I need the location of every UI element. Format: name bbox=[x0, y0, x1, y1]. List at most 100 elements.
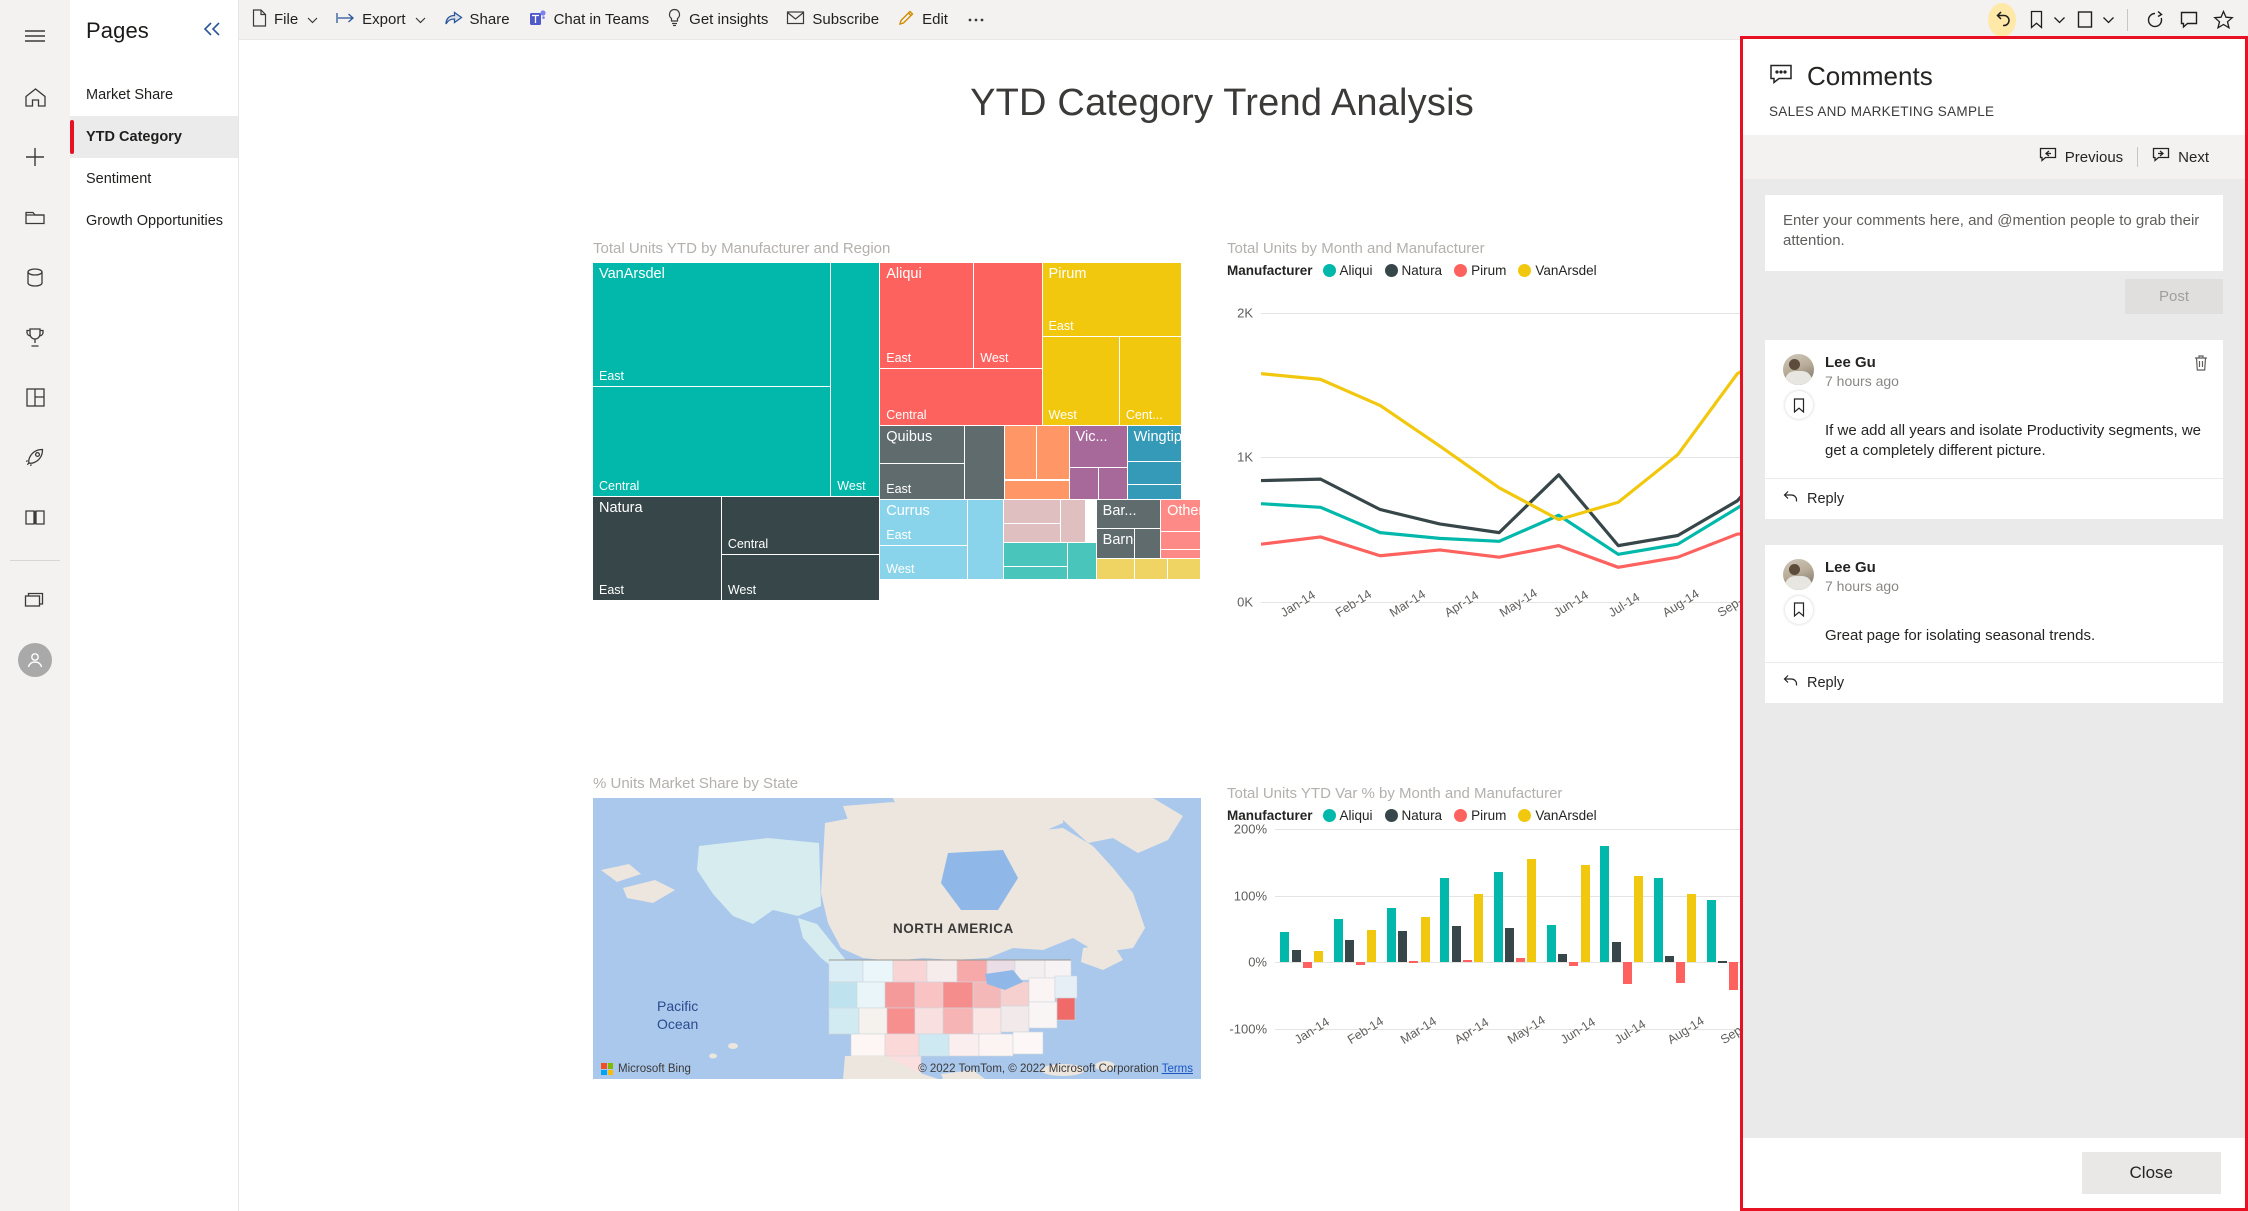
treemap-cell[interactable] bbox=[1099, 468, 1128, 501]
treemap-cell[interactable] bbox=[967, 500, 1004, 580]
legend-item-pirum[interactable]: Pirum bbox=[1454, 263, 1506, 278]
treemap-cell[interactable]: West bbox=[831, 263, 881, 498]
export-menu-button[interactable]: Export bbox=[327, 3, 434, 37]
close-button[interactable]: Close bbox=[2081, 1152, 2221, 1194]
legend-item-natura[interactable]: Natura bbox=[1384, 263, 1442, 278]
subscribe-button[interactable]: Subscribe bbox=[777, 3, 888, 37]
edit-button[interactable]: Edit bbox=[888, 3, 957, 37]
bar-aliqui[interactable] bbox=[1707, 900, 1717, 963]
bar-vanarsdel[interactable] bbox=[1420, 917, 1430, 963]
treemap-cell[interactable]: Central bbox=[880, 369, 1043, 426]
bar-vanarsdel[interactable] bbox=[1687, 893, 1697, 963]
treemap-cell[interactable] bbox=[1003, 500, 1061, 525]
next-comment-button[interactable]: Next bbox=[2138, 147, 2223, 167]
treemap-cell[interactable]: Other bbox=[1161, 500, 1201, 533]
view-icon[interactable] bbox=[2068, 4, 2102, 36]
create-icon[interactable] bbox=[12, 134, 58, 180]
treemap-cell[interactable]: Pirum East bbox=[1042, 263, 1182, 337]
treemap-cell[interactable]: Cent... bbox=[1119, 336, 1182, 426]
treemap-cell[interactable] bbox=[1127, 485, 1182, 501]
treemap-cell[interactable] bbox=[1069, 468, 1100, 501]
avatar[interactable] bbox=[18, 643, 52, 677]
treemap-cell[interactable]: Central bbox=[721, 497, 881, 555]
deployment-icon[interactable] bbox=[12, 434, 58, 480]
bar-natura[interactable] bbox=[1664, 956, 1674, 963]
treemap-cell[interactable]: Quibus bbox=[880, 425, 966, 464]
treemap-cell[interactable] bbox=[1096, 559, 1136, 580]
previous-comment-button[interactable]: Previous bbox=[2025, 147, 2137, 167]
treemap-cell[interactable] bbox=[1037, 425, 1070, 481]
more-options-button[interactable] bbox=[957, 3, 995, 37]
treemap-cell[interactable]: Barney bbox=[1096, 529, 1136, 560]
refresh-icon[interactable] bbox=[2138, 4, 2172, 36]
bar-natura[interactable] bbox=[1504, 928, 1514, 963]
map-plot[interactable]: NORTH AMERICA Pacific Ocean Microsoft Bi… bbox=[593, 798, 1201, 1079]
bar-aliqui[interactable] bbox=[1653, 878, 1663, 963]
bar-aliqui[interactable] bbox=[1440, 877, 1450, 963]
treemap-cell[interactable] bbox=[1161, 550, 1201, 560]
account-icon[interactable] bbox=[12, 637, 58, 683]
bar-pirum[interactable] bbox=[1729, 962, 1739, 991]
bar-aliqui[interactable] bbox=[1387, 907, 1397, 963]
treemap-cell[interactable] bbox=[1060, 500, 1087, 543]
page-item-growth-opportunities[interactable]: Growth Opportunities bbox=[70, 200, 238, 242]
home-icon[interactable] bbox=[12, 74, 58, 120]
treemap-cell[interactable]: Bar... bbox=[1096, 500, 1162, 529]
share-button[interactable]: Share bbox=[435, 3, 519, 37]
treemap-cell[interactable]: Wingtip bbox=[1127, 425, 1182, 462]
reset-icon[interactable] bbox=[1985, 2, 2019, 37]
page-item-ytd-category[interactable]: YTD Category bbox=[70, 116, 238, 158]
treemap-cell[interactable]: West bbox=[1042, 336, 1120, 426]
bar-pirum[interactable] bbox=[1676, 962, 1686, 983]
treemap-cell[interactable] bbox=[1003, 524, 1061, 543]
bar-vanarsdel[interactable] bbox=[1473, 894, 1483, 963]
treemap-cell[interactable]: Vic... bbox=[1069, 425, 1128, 469]
treemap-cell[interactable]: West bbox=[721, 554, 881, 601]
bar-aliqui[interactable] bbox=[1547, 925, 1557, 963]
treemap-cell[interactable] bbox=[1161, 532, 1201, 551]
file-menu-button[interactable]: File bbox=[243, 3, 327, 37]
treemap-cell[interactable]: Currus East bbox=[880, 500, 968, 546]
bar-vanarsdel[interactable] bbox=[1633, 876, 1643, 963]
treemap-cell[interactable]: Aliqui East bbox=[880, 263, 975, 370]
bar-aliqui[interactable] bbox=[1600, 846, 1610, 963]
chevron-down-icon[interactable] bbox=[2053, 11, 2066, 29]
visual-treemap[interactable]: Total Units YTD by Manufacturer and Regi… bbox=[593, 240, 1201, 601]
treemap-cell[interactable]: VanArsdel East bbox=[593, 263, 832, 387]
bar-vanarsdel[interactable] bbox=[1580, 865, 1590, 963]
bar-natura[interactable] bbox=[1398, 931, 1408, 963]
treemap-cell[interactable] bbox=[1003, 542, 1069, 567]
reply-button[interactable]: Reply bbox=[1765, 662, 2223, 703]
browse-icon[interactable] bbox=[12, 194, 58, 240]
page-item-sentiment[interactable]: Sentiment bbox=[70, 158, 238, 200]
bar-pirum[interactable] bbox=[1569, 962, 1579, 967]
treemap-cell[interactable]: West bbox=[974, 263, 1043, 370]
bar-pirum[interactable] bbox=[1356, 962, 1366, 965]
bar-pirum[interactable] bbox=[1462, 959, 1472, 963]
bar-natura[interactable] bbox=[1451, 926, 1461, 963]
bar-aliqui[interactable] bbox=[1280, 932, 1290, 963]
bar-pirum[interactable] bbox=[1516, 958, 1526, 963]
visual-map[interactable]: % Units Market Share by State NORTH AMER… bbox=[593, 775, 1201, 1079]
comment-icon[interactable] bbox=[2172, 4, 2206, 36]
bar-pirum[interactable] bbox=[1409, 961, 1419, 963]
page-item-market-share[interactable]: Market Share bbox=[70, 74, 238, 116]
map-terms-link[interactable]: Terms bbox=[1162, 1063, 1193, 1075]
treemap-cell[interactable] bbox=[1005, 425, 1038, 481]
treemap-cell[interactable] bbox=[1135, 559, 1168, 580]
treemap-cell[interactable]: Central bbox=[593, 386, 832, 498]
treemap-cell[interactable] bbox=[1003, 566, 1069, 580]
bar-natura[interactable] bbox=[1344, 940, 1354, 963]
get-insights-button[interactable]: Get insights bbox=[658, 3, 777, 37]
treemap-cell[interactable] bbox=[1005, 480, 1070, 501]
treemap-cell[interactable] bbox=[1167, 559, 1201, 580]
delete-comment-icon[interactable] bbox=[2193, 354, 2209, 377]
comment-bookmark-icon[interactable] bbox=[1785, 391, 1813, 419]
treemap-cell[interactable]: West bbox=[880, 545, 968, 580]
bar-aliqui[interactable] bbox=[1493, 871, 1503, 963]
treemap-cell[interactable] bbox=[1135, 529, 1162, 560]
bar-natura[interactable] bbox=[1291, 950, 1301, 963]
comment-bookmark-icon[interactable] bbox=[1785, 595, 1813, 624]
view-button[interactable] bbox=[2068, 4, 2117, 36]
datahub-icon[interactable] bbox=[12, 254, 58, 300]
